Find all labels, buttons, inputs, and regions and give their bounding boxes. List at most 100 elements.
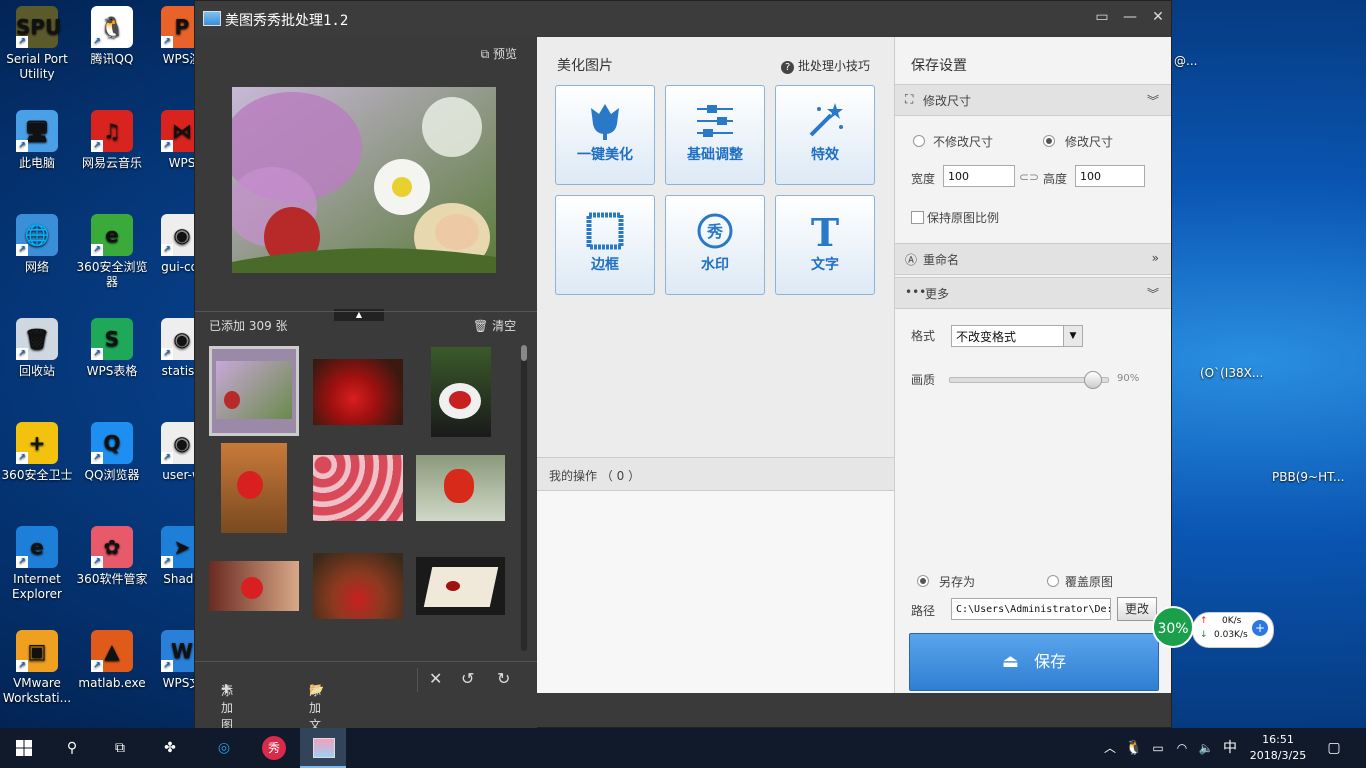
border-button[interactable]: 边框 [555, 195, 655, 295]
thumbnail[interactable] [221, 443, 287, 533]
qq-browser-taskbar-icon[interactable]: ◎ [210, 734, 238, 762]
thumbnail[interactable] [416, 557, 505, 615]
plus-circle-icon[interactable]: + [1252, 620, 1268, 636]
desktop-icon[interactable]: e ↗ Internet Explorer [1, 526, 73, 602]
thumbnail-scrollbar[interactable] [521, 345, 527, 651]
clear-button[interactable]: 🗑 清空 [473, 317, 516, 334]
batch-app-icon [313, 738, 335, 758]
start-button[interactable] [10, 734, 38, 762]
slider-thumb[interactable] [1084, 371, 1103, 389]
keep-ratio-checkbox[interactable] [911, 211, 924, 224]
ime-indicator[interactable]: 中 [1216, 734, 1244, 762]
desktop-icon[interactable]: 🖥 ↗ 此电脑 [1, 110, 73, 171]
save-label: 保存 [1034, 652, 1067, 671]
operations-list [537, 491, 894, 693]
desktop-icon[interactable]: ▣ ↗ VMware Workstati... [1, 630, 73, 706]
dropdown-arrow-icon[interactable]: ▼ [1063, 326, 1082, 346]
text-button[interactable]: T 文字 [775, 195, 875, 295]
desktop-icon[interactable]: ✿ ↗ 360软件管家 [76, 526, 148, 587]
more-icon: ••• [905, 285, 927, 299]
quality-label: 画质 [911, 373, 936, 387]
desktop-icon[interactable]: ▲ ↗ matlab.exe [76, 630, 148, 691]
effects-button[interactable]: 特效 [775, 85, 875, 185]
chevron-right-icon: » [1151, 251, 1159, 265]
clock[interactable]: 16:51 2018/3/25 [1248, 732, 1308, 764]
desktop-icon[interactable]: (O`(I38X... [1200, 366, 1290, 381]
change-path-button[interactable]: 更改 [1117, 597, 1157, 621]
shortcut-arrow-icon: ↗ [16, 140, 28, 152]
notification-icon[interactable]: ▢ [1320, 734, 1348, 762]
quality-slider[interactable] [949, 371, 1109, 389]
rotate-left-icon[interactable]: ↺ [461, 669, 474, 688]
desktop-icon[interactable]: 🗑 ↗ 回收站 [1, 318, 73, 379]
search-icon[interactable]: ⚲ [58, 734, 86, 762]
network-speed-widget[interactable]: 30% ↑ 0K/s ↓ 0.03K/s + [1152, 606, 1274, 650]
width-input[interactable]: 100 [943, 165, 1015, 187]
watermark-button[interactable]: 秀 水印 [665, 195, 765, 295]
thumbnail[interactable] [313, 455, 403, 521]
link-icon[interactable]: ⊂⊃ [1019, 170, 1039, 184]
rotate-right-icon[interactable]: ↻ [497, 669, 510, 688]
app-icon: S ↗ [91, 318, 133, 360]
desktop-icon[interactable]: SPU ↗ Serial Port Utility [1, 6, 73, 82]
thumbnail[interactable] [209, 346, 299, 436]
preview-button[interactable]: ⧉ 预览 [481, 45, 517, 62]
pinwheel-app-icon[interactable]: ✤ [156, 734, 184, 762]
path-input[interactable]: C:\Users\Administrator\De: [951, 598, 1111, 620]
beautify-header: 美化图片 [557, 58, 613, 74]
desktop-icon[interactable]: + ↗ 360安全卫士 [1, 422, 73, 483]
feedback-button[interactable]: ▭ [1091, 7, 1113, 27]
list-toolbar: ✚ 添加图片 📂 添加文件夹 ✕ ↺ ↻ [195, 661, 537, 766]
desktop-icon[interactable]: e ↗ 360安全浏览器 [76, 214, 148, 290]
meitu-taskbar-icon[interactable]: 秀 [260, 734, 288, 762]
my-operations-bar: 我的操作 （ 0 ） [537, 457, 894, 491]
svg-text:T: T [811, 212, 839, 250]
thumbnail[interactable] [313, 359, 403, 425]
shortcut-arrow-icon: ↗ [91, 348, 103, 360]
tips-link[interactable]: ? 批处理小技巧 [781, 57, 870, 74]
shortcut-arrow-icon: ↗ [161, 140, 173, 152]
delete-icon[interactable]: ✕ [429, 669, 442, 688]
desktop-icon[interactable]: 🌐 ↗ 网络 [1, 214, 73, 275]
desktop-icon[interactable]: Q ↗ QQ浏览器 [76, 422, 148, 483]
save-button[interactable]: ⏏ 保存 [909, 633, 1159, 691]
thumbnail[interactable] [416, 455, 505, 521]
save-tray-icon: ⏏ [1001, 651, 1019, 672]
desktop-icon[interactable]: ♫ ↗ 网易云音乐 [76, 110, 148, 171]
thumbnail[interactable] [209, 561, 299, 611]
tulip-icon [556, 98, 654, 144]
title-bar[interactable]: 美图秀秀批处理1.2 ▭ — ✕ [195, 1, 1171, 35]
rename-section[interactable]: Ⓐ 重命名 » [895, 243, 1171, 275]
resize-section[interactable]: ⛶ 修改尺寸 ︾ [895, 84, 1171, 116]
minimize-button[interactable]: — [1119, 7, 1141, 27]
shortcut-arrow-icon: ↗ [161, 556, 173, 568]
tool-label: 一键美化 [577, 147, 633, 163]
resize-radio[interactable] [1043, 135, 1055, 147]
meitu-batch-taskbar-button[interactable] [300, 728, 346, 768]
format-value: 不改变格式 [956, 330, 1017, 344]
tool-label: 边框 [591, 257, 619, 273]
more-section[interactable]: ••• 更多 ︾ [895, 277, 1171, 309]
height-input[interactable]: 100 [1075, 165, 1145, 187]
desktop-icon[interactable]: S ↗ WPS表格 [76, 318, 148, 379]
task-view-icon[interactable]: ⧉ [106, 734, 134, 762]
memory-percent-ball[interactable]: 30% [1152, 606, 1194, 648]
save-as-radio[interactable] [917, 575, 929, 587]
app-icon: 🌐 ↗ [16, 214, 58, 256]
resize-label: 修改尺寸 [1065, 135, 1114, 149]
app-icon: + ↗ [16, 422, 58, 464]
one-click-beautify-button[interactable]: 一键美化 [555, 85, 655, 185]
desktop-icon[interactable]: PBB(9~HT... [1272, 470, 1362, 485]
no-resize-radio[interactable] [913, 135, 925, 147]
format-select[interactable]: 不改变格式 ▼ [951, 325, 1083, 347]
shortcut-arrow-icon: ↗ [161, 660, 173, 672]
thumbnail[interactable] [313, 553, 403, 619]
desktop-icon[interactable]: @... [1174, 54, 1264, 69]
basic-adjust-button[interactable]: 基础调整 [665, 85, 765, 185]
close-button[interactable]: ✕ [1147, 7, 1169, 27]
overwrite-radio[interactable] [1047, 575, 1059, 587]
desktop-icon[interactable]: 🐧 ↗ 腾讯QQ [76, 6, 148, 67]
scrollbar-thumb[interactable] [521, 345, 527, 361]
thumbnail[interactable] [431, 347, 491, 437]
app-icon [203, 11, 221, 26]
